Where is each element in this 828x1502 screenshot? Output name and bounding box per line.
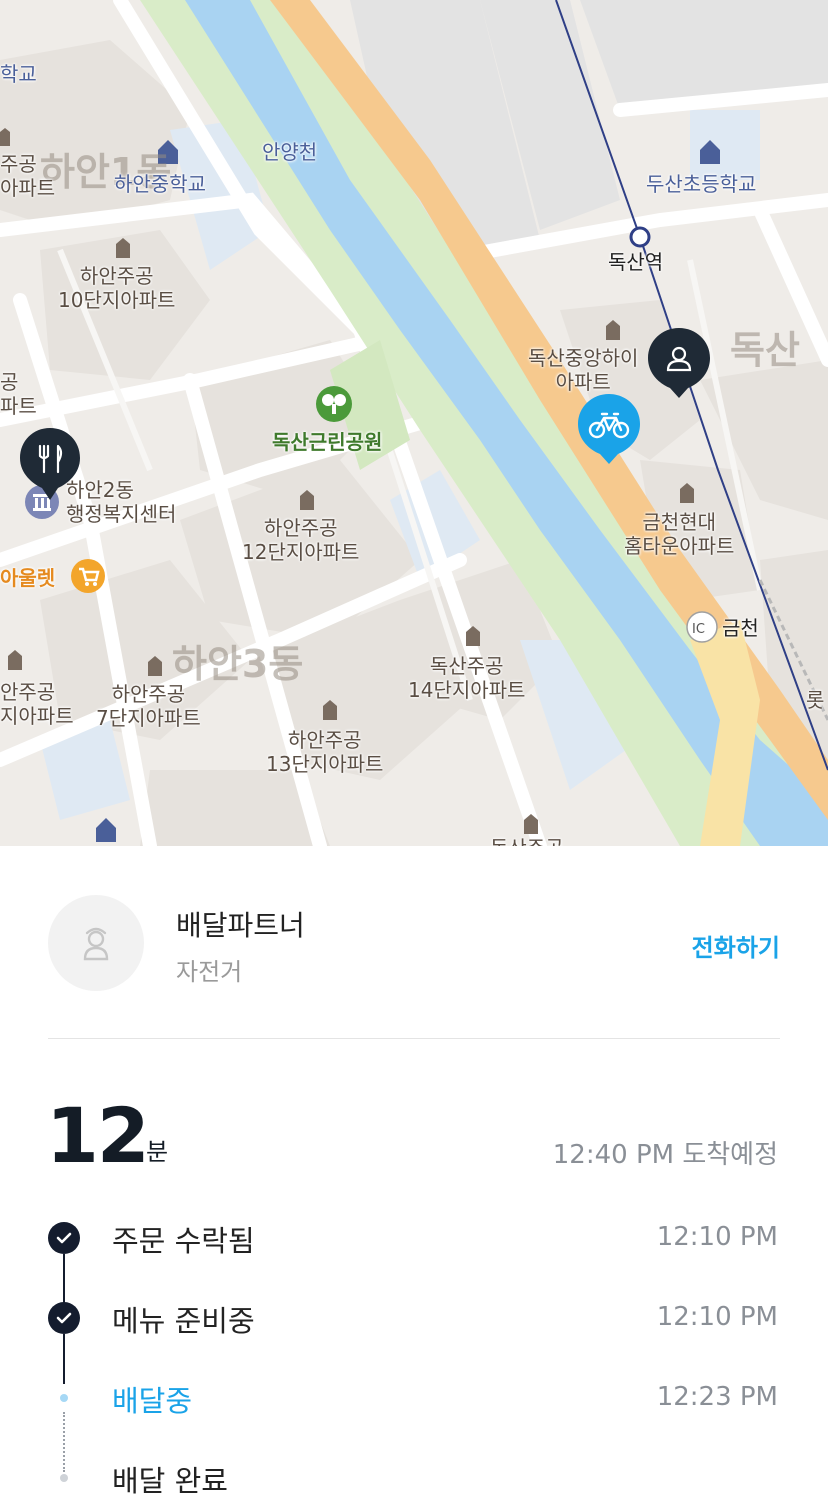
map-label-line: 독산주공 xyxy=(429,654,504,678)
step-time: 12:23 PM xyxy=(656,1382,778,1412)
map-label-hanan-middle-school: 하안중학교 xyxy=(114,172,206,196)
person-outline-icon xyxy=(83,927,109,961)
rider-marker[interactable] xyxy=(576,392,642,466)
timeline-step-preparing: 메뉴 준비중 12:10 PM xyxy=(0,1292,828,1342)
step-label: 주문 수락됨 xyxy=(112,1224,255,1258)
map-label-line: 행정복지센터 xyxy=(66,502,177,526)
map-label-hanan3dong: 하안3동 xyxy=(172,642,304,686)
map-label-line: 홈타운아파트 xyxy=(624,534,735,558)
step-label: 배달중 xyxy=(112,1384,193,1418)
check-icon xyxy=(48,1222,80,1254)
check-icon xyxy=(48,1302,80,1334)
map-label-line: 지아파트 xyxy=(0,704,74,728)
map-label-line: 아파트 xyxy=(555,370,611,394)
map-label-doosan-elementary: 두산초등학교 xyxy=(646,172,757,196)
map-label-jugong-left: 주공 아파트 xyxy=(0,152,55,200)
step-label: 배달 완료 xyxy=(112,1464,228,1498)
map-label-hanan-jugong-10: 하안주공 10단지아파트 xyxy=(58,264,175,312)
step-label: 메뉴 준비중 xyxy=(112,1304,255,1338)
step-time: 12:10 PM xyxy=(656,1222,778,1252)
map-label-doksan-jugong-14: 독산주공 14단지아파트 xyxy=(408,654,525,702)
map-label-doksan-dong: 독산 xyxy=(730,328,800,372)
map-label-line: 하안주공 xyxy=(263,516,338,540)
map-label-doksan-park: 독산근린공원 xyxy=(272,430,383,454)
delivery-status-sheet: 배달파트너 자전거 전화하기 12 분 12:40 PM 도착예정 주문 수락됨… xyxy=(0,846,828,1498)
map-label-line: 하안주공 xyxy=(111,682,186,706)
map-label-line: 13단지아파트 xyxy=(266,752,384,776)
timeline-step-delivered: 배달 완료 xyxy=(0,1452,828,1502)
map-label-line: 12단지아파트 xyxy=(242,540,360,564)
divider xyxy=(48,1038,780,1039)
map-label-line: 하안2동 xyxy=(66,478,134,502)
map-label-doksan-jugong-bottom: 독산주공 xyxy=(490,836,564,846)
map-label-line: 독산중앙하이 xyxy=(528,346,639,370)
eta-unit: 분 xyxy=(146,1138,169,1166)
map-label-outlet: 아울렛 xyxy=(0,566,56,590)
restaurant-marker[interactable] xyxy=(18,426,82,502)
map-label-hanan2dong-office: 하안2동 행정복지센터 xyxy=(66,478,176,526)
map-label-doksan-station[interactable]: 독산역 xyxy=(608,250,663,274)
map-label-hanan-jugong-7: 하안주공 7단지아파트 xyxy=(96,682,201,730)
map-label-doksan-jungang: 독산중앙하이 아파트 xyxy=(528,346,638,394)
map-label-hanan-jugong-13: 하안주공 13단지아파트 xyxy=(266,728,383,776)
active-dot-icon xyxy=(60,1394,68,1402)
timeline-step-order-accepted: 주문 수락됨 12:10 PM xyxy=(0,1212,828,1262)
map-label-geumcheon-ic: 금천 xyxy=(722,616,759,640)
partner-name: 배달파트너 xyxy=(176,909,305,942)
eta-arrival-time: 12:40 PM 도착예정 xyxy=(552,1140,778,1170)
map-label-line: 안주공 xyxy=(0,680,56,704)
map-label-line: 주공 xyxy=(0,152,37,176)
map-label-line: 공 xyxy=(0,370,19,394)
partner-avatar xyxy=(48,895,144,991)
ic-badge: IC xyxy=(692,622,705,637)
call-button[interactable]: 전화하기 xyxy=(692,928,780,963)
map-label-line: 7단지아파트 xyxy=(96,706,201,730)
timeline-step-delivering: 배달중 12:23 PM xyxy=(0,1372,828,1422)
eta-minutes: 12 xyxy=(46,1091,150,1180)
map-label-hanan-jugong-12: 하안주공 12단지아파트 xyxy=(242,516,359,564)
map-label-jugong-7-left: 안주공 지아파트 xyxy=(0,680,74,728)
delivery-map[interactable]: 학교 하안1동 주공 아파트 하안중학교 안양천 두산초등학교 독산역 하안주공… xyxy=(0,0,828,846)
map-label-partial-left: 공 파트 xyxy=(0,370,37,418)
map-label-line: 하안주공 xyxy=(287,728,362,752)
partner-vehicle: 자전거 xyxy=(176,958,243,986)
map-label-line: 금천현대 xyxy=(642,510,716,534)
map-label-geumcheon-hyundai: 금천현대 홈타운아파트 xyxy=(624,510,734,558)
map-label-line: 아파트 xyxy=(0,176,56,200)
map-label-line: 10단지아파트 xyxy=(58,288,176,312)
map-label-line: 하안주공 xyxy=(79,264,154,288)
customer-marker[interactable] xyxy=(646,326,712,400)
map-label-line: 파트 xyxy=(0,394,37,418)
pending-dot-icon xyxy=(60,1474,68,1482)
map-label-school-partial: 학교 xyxy=(0,62,37,86)
map-label-line: 14단지아파트 xyxy=(408,678,526,702)
map-label-right-edge: 롯 xyxy=(806,688,825,712)
step-time: 12:10 PM xyxy=(656,1302,778,1332)
map-label-anyangcheon: 안양천 xyxy=(262,140,318,164)
